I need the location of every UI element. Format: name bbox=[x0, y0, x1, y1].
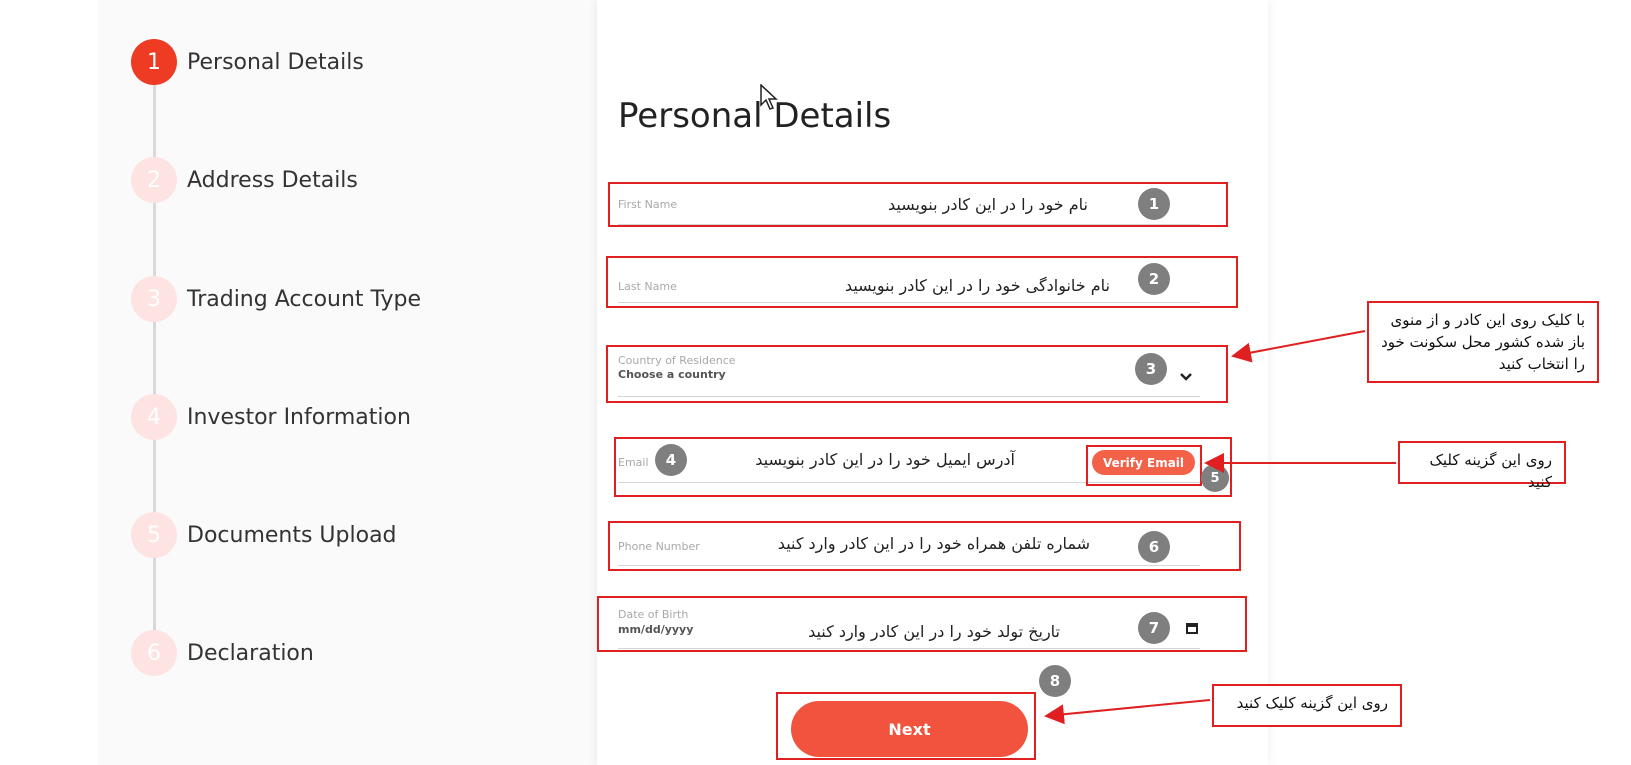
arrow-to-next bbox=[1044, 699, 1211, 725]
arrow-to-country bbox=[1231, 330, 1366, 363]
annotation-arrows bbox=[1044, 330, 1396, 725]
